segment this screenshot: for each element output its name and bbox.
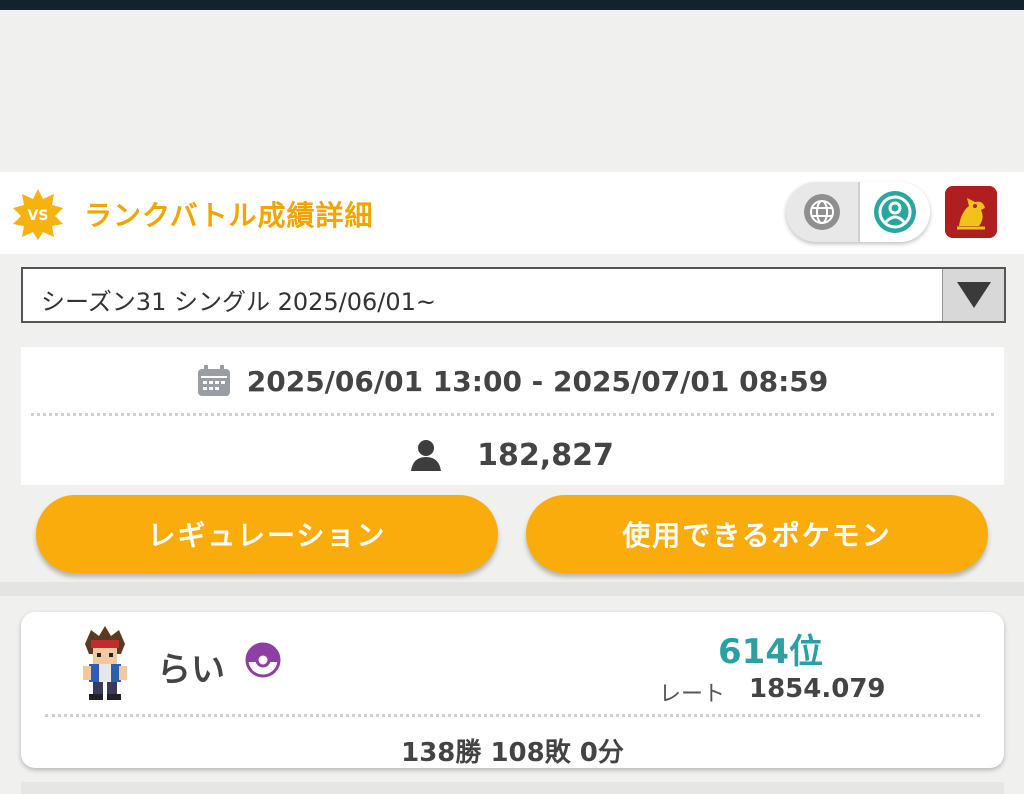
rate-label: レート: [659, 682, 726, 707]
divider: [45, 714, 980, 717]
page-title: ランクバトル成績詳細: [84, 199, 374, 232]
next-card-edge: [21, 782, 1004, 794]
friend-view-button[interactable]: [858, 182, 930, 242]
player-rank: 614位: [718, 632, 823, 672]
calendar-icon: [197, 365, 230, 396]
person-icon: [411, 440, 442, 471]
player-count: 182,827: [477, 437, 614, 473]
game-logo-icon[interactable]: [945, 186, 997, 238]
triangle-down-icon: [957, 282, 991, 308]
view-toggle[interactable]: [786, 182, 930, 242]
player-ranking-card[interactable]: らい 614位 レート 1854.079 138勝 108敗 0分: [21, 612, 1004, 768]
usable-pokemon-button[interactable]: 使用できるポケモン: [526, 495, 988, 573]
vs-badge-text: VS: [28, 208, 49, 224]
season-dropdown[interactable]: シーズン31 シングル 2025/06/01~: [21, 267, 1006, 323]
user-circle-icon: [874, 191, 916, 233]
rate-value: 1854.079: [749, 674, 886, 704]
season-period: 2025/06/01 13:00 - 2025/07/01 08:59: [246, 364, 829, 398]
vs-badge-icon: VS: [13, 189, 63, 240]
season-info-card: 2025/06/01 13:00 - 2025/07/01 08:59 182,…: [21, 347, 1004, 485]
status-bar: [0, 0, 1024, 10]
regulation-button[interactable]: レギュレーション: [36, 495, 498, 573]
globe-icon: [804, 194, 840, 230]
dropdown-arrow-button[interactable]: [942, 269, 1004, 321]
win-loss-record: 138勝 108敗 0分: [401, 738, 624, 768]
trainer-avatar: [83, 626, 127, 700]
master-ball-icon: [245, 642, 281, 678]
section-separator: [0, 582, 1024, 596]
player-name: らい: [157, 650, 225, 690]
season-period-row: 2025/06/01 13:00 - 2025/07/01 08:59: [21, 361, 1004, 401]
season-selected-value: シーズン31 シングル 2025/06/01~: [41, 288, 437, 316]
player-count-row: 182,827: [21, 435, 1004, 475]
global-view-button[interactable]: [786, 182, 858, 242]
divider: [31, 413, 994, 416]
